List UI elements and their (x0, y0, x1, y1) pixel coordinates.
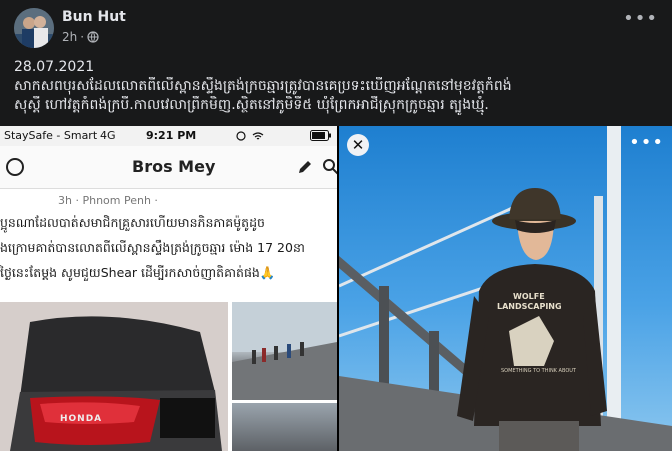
edit-icon[interactable] (296, 158, 314, 176)
post-date: 28.07.2021 (14, 59, 95, 75)
more-options-icon[interactable]: ••• (623, 8, 658, 29)
post-meta: 2h · (62, 30, 99, 44)
motorbike-brand: HONDA (60, 414, 103, 424)
close-icon[interactable]: ✕ (347, 134, 369, 156)
screenshot-text-line: ប្អូនណាដែលបាត់សមាជិកគ្រួសារហើយមានភិនភាគម… (0, 215, 265, 230)
status-clock: 9:21 PM (146, 129, 197, 142)
sweater-text-line: SOMETHING TO THINK ABOUT (501, 368, 576, 374)
post-text-line: សាកសពបុរសដែលលោតពីលើស្ពានស្ទឹងត្រង់ក្រចឆ្… (14, 78, 512, 94)
person-photo[interactable]: WOLFE LANDSCAPING SOMETHING TO THINK ABO… (339, 126, 672, 451)
screenshot-post-meta: 3h · Phnom Penh · (58, 194, 158, 207)
battery-icon (310, 130, 332, 144)
post-header: Bun Hut 2h · ••• (0, 0, 672, 56)
post-media: StaySafe - Smart 4G 9:21 PM Bros Mey 3h … (0, 126, 672, 451)
phone-status-bar: StaySafe - Smart 4G 9:21 PM (0, 126, 337, 146)
page-title-bar: Bros Mey (0, 146, 337, 189)
search-icon[interactable] (322, 158, 337, 176)
bridge-photo[interactable] (232, 302, 337, 400)
screenshot-text-line: ថ្ងៃនេះតែម្តង សូមជួយShear ដើម្បីរកសាច់ញា… (0, 265, 276, 280)
sweater-text-line: LANDSCAPING (497, 302, 562, 311)
post-text-line: សុស្តី ហៅវត្តកំពង់ក្របី.កាលវេលាព្រឹកមិញ.… (14, 97, 489, 113)
network-type: 4G (100, 129, 116, 142)
author-avatar[interactable] (14, 8, 54, 48)
post-time[interactable]: 2h (62, 30, 77, 44)
screenshot-image[interactable]: StaySafe - Smart 4G 9:21 PM Bros Mey 3h … (0, 126, 337, 451)
more-options-icon[interactable]: ••• (629, 132, 664, 153)
wifi-icon (252, 131, 264, 144)
page-title: Bros Mey (132, 157, 216, 176)
carrier-name: StaySafe - Smart (4, 129, 98, 142)
screenshot-post-text: ប្អូនណាដែលបាត់សមាជិកគ្រួសារហើយមានភិនភាគម… (0, 210, 337, 285)
screenshot-text-line: ងក្រោមគាត់បានលោតពីលើស្ពានស្ទឹងត្រង់ក្រូច… (0, 240, 305, 255)
motorbike-photo[interactable]: HONDA (0, 302, 228, 451)
back-icon[interactable] (6, 158, 24, 176)
globe-icon (87, 31, 99, 43)
sweater-text-line: WOLFE (513, 292, 545, 301)
alarm-icon (236, 131, 246, 144)
crowd-photo[interactable] (232, 403, 337, 451)
author-name[interactable]: Bun Hut (62, 9, 126, 25)
post-text: 28.07.2021 សាកសពបុរសដែលលោតពីលើស្ពានស្ទឹង… (14, 58, 659, 115)
dot-separator: · (80, 30, 85, 44)
